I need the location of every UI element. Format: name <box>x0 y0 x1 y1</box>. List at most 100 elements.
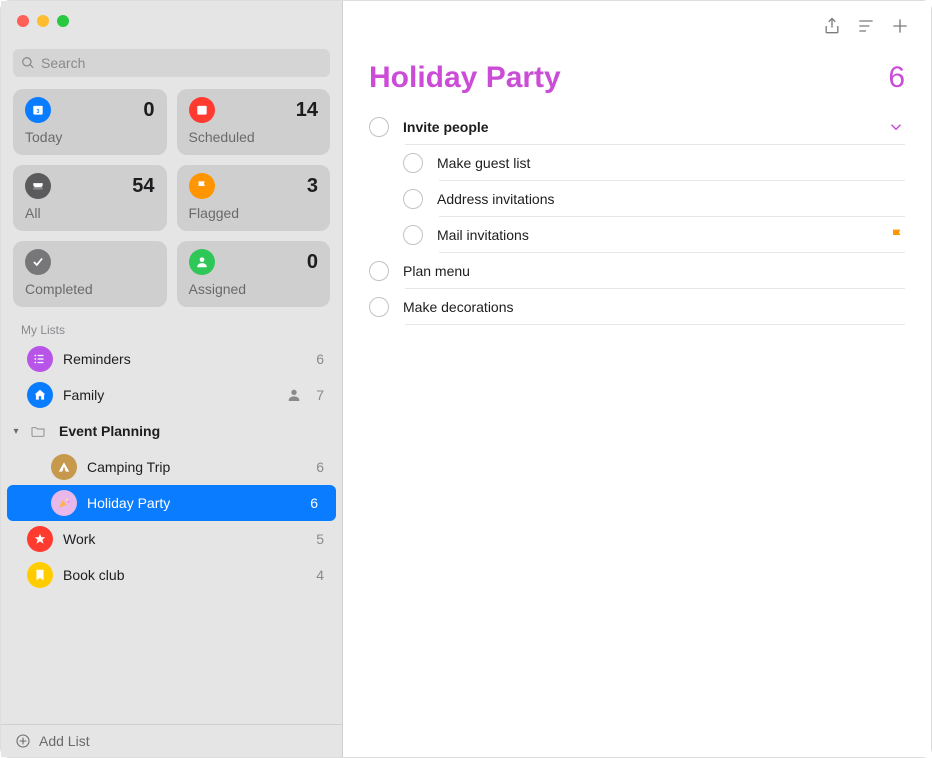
list-name: Work <box>63 531 310 547</box>
reminder-row[interactable]: Mail invitations <box>343 217 925 253</box>
bookmark-icon <box>27 562 53 588</box>
smartlist-count: 14 <box>296 99 318 122</box>
plus-circle-icon <box>15 733 31 749</box>
sidebar-list-reminders[interactable]: Reminders 6 <box>1 341 342 377</box>
add-list-label: Add List <box>39 733 90 749</box>
star-icon <box>27 526 53 552</box>
reminder-row[interactable]: Plan menu <box>343 253 925 289</box>
reminders-list: Invite people Make guest list Address invi… <box>343 109 931 325</box>
smartlist-label: Flagged <box>189 205 319 221</box>
reminder-title: Make decorations <box>403 299 514 315</box>
new-reminder-button[interactable] <box>883 12 917 40</box>
complete-toggle[interactable] <box>369 297 389 317</box>
smartlist-count: 0 <box>143 99 154 122</box>
search-field[interactable] <box>13 49 330 77</box>
reminder-title: Address invitations <box>437 191 555 207</box>
zoom-window-button[interactable] <box>57 15 69 27</box>
completed-icon <box>25 249 51 275</box>
reminder-row[interactable]: Invite people <box>343 109 925 145</box>
sidebar-group-event-planning[interactable]: ▾ Event Planning <box>1 413 342 449</box>
minimize-window-button[interactable] <box>37 15 49 27</box>
sidebar-section-label: My Lists <box>1 317 342 341</box>
complete-toggle[interactable] <box>403 189 423 209</box>
house-icon <box>27 382 53 408</box>
smartlist-label: Assigned <box>189 281 319 297</box>
sidebar-list-holiday-party[interactable]: Holiday Party 6 <box>7 485 336 521</box>
list-count: 7 <box>316 387 324 403</box>
reminder-row[interactable]: Make guest list <box>343 145 925 181</box>
reminder-title: Make guest list <box>437 155 530 171</box>
share-icon <box>822 16 842 36</box>
list-count: 6 <box>316 459 324 475</box>
reminder-row[interactable]: Make decorations <box>343 289 925 325</box>
reminder-title: Invite people <box>403 119 489 135</box>
list-header: Holiday Party 6 <box>343 51 931 109</box>
list-name: Holiday Party <box>87 495 304 511</box>
smartlist-count: 54 <box>132 175 154 198</box>
complete-toggle[interactable] <box>369 117 389 137</box>
smartlist-all[interactable]: 54 All <box>13 165 167 231</box>
sidebar: 30Today14Scheduled54All3FlaggedCompleted… <box>1 1 343 757</box>
smartlist-assigned[interactable]: 0 Assigned <box>177 241 331 307</box>
list-options-icon <box>856 16 876 36</box>
svg-text:3: 3 <box>37 109 40 115</box>
folder-icon <box>25 421 51 441</box>
list-title: Holiday Party <box>369 61 561 95</box>
sidebar-lists: Reminders 6 Family 7 ▾ Event Planning Camping … <box>1 341 342 724</box>
window-controls <box>1 1 342 41</box>
list-count: 6 <box>316 351 324 367</box>
sidebar-list-family[interactable]: Family 7 <box>1 377 342 413</box>
chevron-down-icon: ▾ <box>7 426 25 437</box>
smartlist-completed[interactable]: Completed <box>13 241 167 307</box>
flag-icon <box>889 227 905 243</box>
list-name: Reminders <box>63 351 310 367</box>
smartlist-count: 3 <box>307 175 318 198</box>
smartlist-scheduled[interactable]: 14 Scheduled <box>177 89 331 155</box>
all-icon <box>25 173 51 199</box>
view-options-button[interactable] <box>849 12 883 40</box>
assigned-icon <box>189 249 215 275</box>
reminder-row[interactable]: Address invitations <box>343 181 925 217</box>
smartlist-count: 0 <box>307 251 318 274</box>
list-count: 4 <box>316 567 324 583</box>
search-icon <box>21 56 35 70</box>
sidebar-list-book-club[interactable]: Book club 4 <box>1 557 342 593</box>
share-button[interactable] <box>815 12 849 40</box>
chevron-down-icon[interactable] <box>887 118 905 136</box>
smart-lists-grid: 3 0 Today 14 Scheduled 54 All 3 Flagged Completed… <box>1 89 342 317</box>
plus-icon <box>890 16 910 36</box>
reminder-title: Plan menu <box>403 263 470 279</box>
smartlist-label: Today <box>25 129 155 145</box>
complete-toggle[interactable] <box>403 153 423 173</box>
tent-icon <box>51 454 77 480</box>
scheduled-icon <box>189 97 215 123</box>
smartlist-label: Scheduled <box>189 129 319 145</box>
complete-toggle[interactable] <box>369 261 389 281</box>
list-count: 5 <box>316 531 324 547</box>
shared-icon <box>286 387 302 403</box>
smartlist-flagged[interactable]: 3 Flagged <box>177 165 331 231</box>
list-icon <box>27 346 53 372</box>
list-total-count: 6 <box>888 61 905 95</box>
smartlist-label: Completed <box>25 281 155 297</box>
toolbar <box>343 1 931 51</box>
divider <box>405 324 905 325</box>
list-name: Book club <box>63 567 310 583</box>
sidebar-list-work[interactable]: Work 5 <box>1 521 342 557</box>
today-icon: 3 <box>25 97 51 123</box>
smartlist-label: All <box>25 205 155 221</box>
list-name: Camping Trip <box>87 459 310 475</box>
list-name: Family <box>63 387 286 403</box>
smartlist-today[interactable]: 3 0 Today <box>13 89 167 155</box>
search-input[interactable] <box>41 55 222 71</box>
add-list-button[interactable]: Add List <box>1 724 342 757</box>
party-icon <box>51 490 77 516</box>
close-window-button[interactable] <box>17 15 29 27</box>
list-count: 6 <box>310 495 318 511</box>
group-name: Event Planning <box>59 423 160 439</box>
reminder-title: Mail invitations <box>437 227 529 243</box>
flagged-icon <box>189 173 215 199</box>
main-pane: Holiday Party 6 Invite people Make guest … <box>343 1 931 757</box>
complete-toggle[interactable] <box>403 225 423 245</box>
sidebar-list-camping-trip[interactable]: Camping Trip 6 <box>1 449 342 485</box>
